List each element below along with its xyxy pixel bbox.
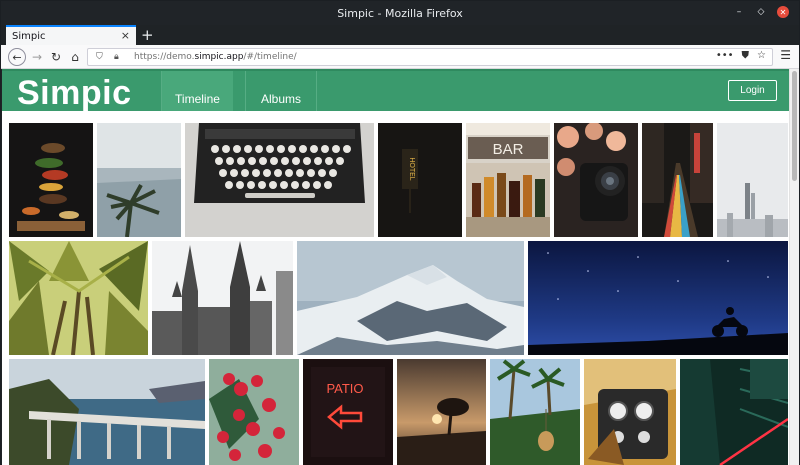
photo-street-night[interactable] [642,123,713,237]
page-viewport: Simpic Timeline Albums Login HOTEL BAR P… [2,69,790,465]
minimize-icon[interactable]: – [733,6,745,18]
tab-close-icon[interactable]: × [121,29,130,42]
photo-typewriter[interactable] [185,123,374,237]
photo-neon-lines[interactable] [680,359,788,465]
tab-timeline[interactable]: Timeline [161,71,233,111]
more-actions-icon[interactable]: ••• [716,50,734,61]
home-icon[interactable]: ⌂ [66,48,84,66]
bookmark-star-icon[interactable]: ☆ [757,50,766,61]
page-scrollbar[interactable] [789,69,799,465]
photo-burger-ingredients[interactable] [9,123,93,237]
browser-tab[interactable]: Simpic × [6,25,136,45]
reload-icon[interactable]: ↻ [47,48,65,66]
photo-car-dashboard[interactable] [584,359,676,465]
login-button[interactable]: Login [728,80,777,101]
photo-bar-bottles[interactable]: BAR [466,123,550,237]
window-title: Simpic - Mozilla Firefox [337,6,463,20]
photo-foggy-city[interactable] [717,123,788,237]
url-prefix: https://demo. [134,52,195,62]
photo-palms-swing[interactable] [490,359,580,465]
url-bar[interactable]: ⛉ 🔒︎ https://demo.simpic.app/#/timeline/… [87,48,773,66]
tab-timeline-label: Timeline [175,92,220,106]
maximize-icon[interactable]: ◇ [755,6,767,18]
pocket-icon[interactable]: ⛊ [742,50,750,61]
shield-icon[interactable]: ⛉ [96,52,110,62]
photo-red-berries[interactable] [209,359,299,465]
tab-title: Simpic [12,30,46,42]
photo-cathedral-spires[interactable] [152,241,293,355]
photo-motorcycle-night[interactable] [528,241,788,355]
navigation-toolbar: ← → ↻ ⌂ ⛉ 🔒︎ https://demo.simpic.app/#/t… [1,45,799,69]
tab-albums-label: Albums [260,92,301,106]
tab-strip: Simpic × + [1,25,799,45]
new-tab-icon[interactable]: + [141,26,154,44]
photo-patio-sign-text: PATIO [326,381,363,396]
tab-albums[interactable]: Albums [245,71,317,111]
title-bar: Simpic - Mozilla Firefox – ◇ ✕ [1,1,799,25]
lock-icon[interactable]: 🔒︎ [114,52,128,62]
photo-sunset-tree[interactable] [397,359,486,465]
url-host: simpic.app [194,52,244,62]
window-controls: – ◇ ✕ [733,6,789,18]
photo-patio-neon-sign[interactable]: PATIO [303,359,393,465]
app-header: Simpic Timeline Albums Login [2,69,790,113]
photo-coastal-bridge[interactable] [9,359,205,465]
forward-arrow-icon[interactable]: → [28,48,46,66]
photo-snowy-mountain[interactable] [297,241,524,355]
hamburger-menu-icon[interactable]: ☰ [780,48,791,62]
photo-sea-palm[interactable] [97,123,181,237]
photo-hotel-sign[interactable]: HOTEL [378,123,462,237]
app-logo[interactable]: Simpic [17,74,131,113]
url-suffix: /#/timeline/ [243,52,297,62]
photo-hotel-sign-text: HOTEL [408,157,415,180]
url-actions: ••• ⛊ ☆ [716,50,766,61]
close-window-icon[interactable]: ✕ [777,6,789,18]
photo-bar-sign-text: BAR [493,141,524,158]
url-text[interactable]: https://demo.simpic.app/#/timeline/ [134,52,297,62]
photo-palm-trees[interactable] [9,241,148,355]
back-arrow-icon[interactable]: ← [8,48,26,66]
browser-window: Simpic - Mozilla Firefox – ◇ ✕ Simpic × … [0,0,800,465]
scrollbar-thumb[interactable] [792,71,797,181]
photo-camera-flowers[interactable] [554,123,638,237]
